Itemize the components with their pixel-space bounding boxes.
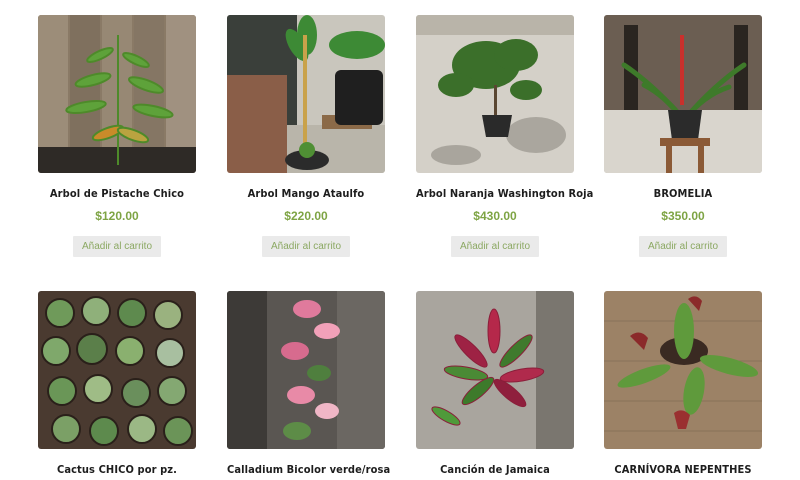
- add-to-cart-button[interactable]: Añadir al carrito: [72, 236, 162, 257]
- product-card: Cactus CHICO por pz.: [38, 291, 196, 476]
- add-to-cart-button[interactable]: Añadir al carrito: [450, 236, 540, 257]
- product-image-pistache[interactable]: [38, 15, 196, 173]
- product-image-nepenthes[interactable]: [604, 291, 762, 449]
- product-card: Arbol de Pistache Chico $120.00 Añadir a…: [38, 15, 196, 257]
- product-card: Arbol Naranja Washington Roja $430.00 Añ…: [416, 15, 593, 257]
- product-title[interactable]: Arbol Mango Ataulfo: [227, 187, 385, 200]
- product-price: $430.00: [473, 209, 517, 223]
- product-image-bromelia[interactable]: [604, 15, 762, 173]
- product-title[interactable]: Arbol Naranja Washington Roja: [416, 187, 593, 200]
- product-image-calladium[interactable]: [227, 291, 385, 449]
- product-title[interactable]: Cactus CHICO por pz.: [38, 463, 196, 476]
- product-price: $120.00: [95, 209, 139, 223]
- product-title[interactable]: Arbol de Pistache Chico: [38, 187, 196, 200]
- add-to-cart-button[interactable]: Añadir al carrito: [261, 236, 351, 257]
- product-title[interactable]: CARNÍVORA NEPENTHES: [604, 463, 762, 476]
- product-title[interactable]: Canción de Jamaica: [416, 463, 574, 476]
- product-title[interactable]: BROMELIA: [604, 187, 762, 200]
- product-card: Arbol Mango Ataulfo $220.00 Añadir al ca…: [227, 15, 385, 257]
- add-to-cart-button[interactable]: Añadir al carrito: [638, 236, 728, 257]
- product-card: BROMELIA $350.00 Añadir al carrito: [604, 15, 762, 257]
- product-card: CARNÍVORA NEPENTHES: [604, 291, 762, 476]
- product-title[interactable]: Calladium Bicolor verde/rosa: [227, 463, 390, 476]
- product-image-mango[interactable]: [227, 15, 385, 173]
- product-card: Calladium Bicolor verde/rosa: [227, 291, 390, 476]
- product-image-naranja[interactable]: [416, 15, 574, 173]
- product-grid: Arbol de Pistache Chico $120.00 Añadir a…: [0, 0, 800, 480]
- product-price: $220.00: [284, 209, 328, 223]
- product-card: Canción de Jamaica: [416, 291, 574, 476]
- product-image-cactus[interactable]: [38, 291, 196, 449]
- product-image-cancion-jamaica[interactable]: [416, 291, 574, 449]
- product-price: $350.00: [661, 209, 705, 223]
